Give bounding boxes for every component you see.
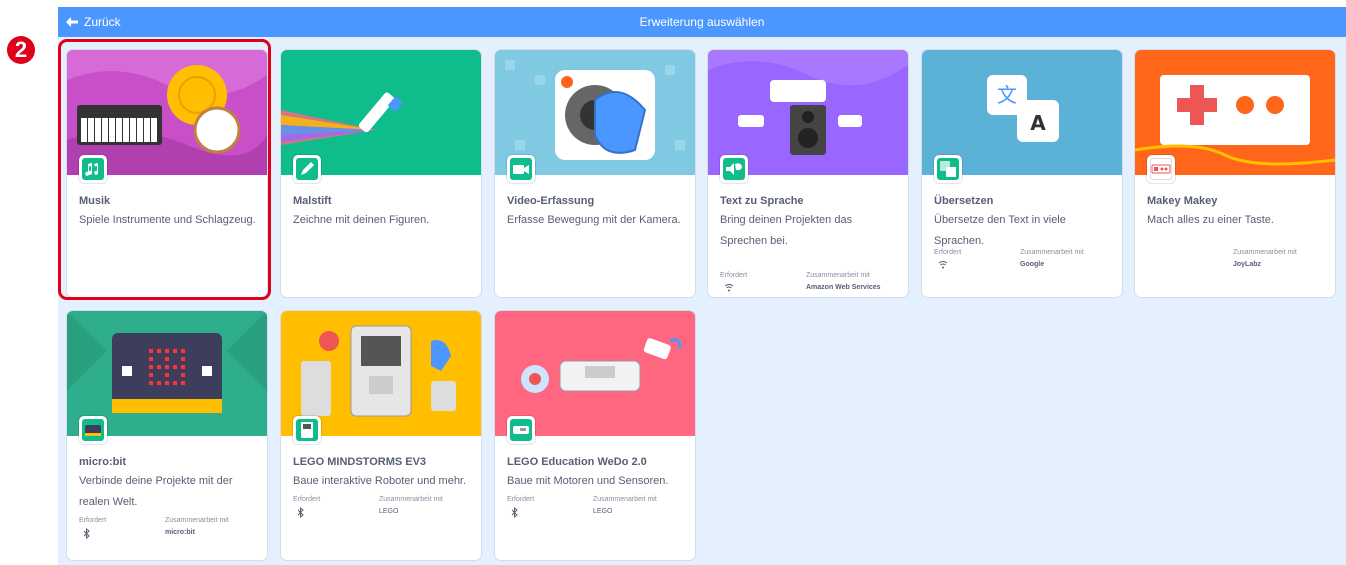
- card-icon-frame: [293, 416, 321, 444]
- requires-label: Erfordert: [507, 496, 535, 503]
- card-description: Erfasse Bewegung mit der Kamera.: [507, 214, 681, 226]
- speech-icon: [726, 163, 742, 175]
- wifi-icon: [938, 261, 948, 269]
- bluetooth-icon: [511, 507, 518, 518]
- page-title: Erweiterung auswählen: [639, 15, 765, 29]
- header-bar: Zurück Erweiterung auswählen: [58, 7, 1346, 37]
- extension-card-translate[interactable]: 文 A Übersetzen Übersetze den Text in vie…: [922, 50, 1122, 297]
- card-title: Malstift: [293, 195, 332, 207]
- collaboration-label: Zusammenarbeit mit: [1233, 249, 1297, 256]
- card-description: Bring deinen Projekten das Sprechen bei.: [720, 214, 853, 247]
- card-icon-frame: [507, 155, 535, 183]
- card-title: Text zu Sprache: [720, 195, 804, 207]
- card-icon-frame: [1147, 155, 1175, 183]
- svg-text:A: A: [1030, 111, 1046, 135]
- card-icon-frame: [934, 155, 962, 183]
- partner-name: JoyLabz: [1233, 261, 1262, 268]
- bluetooth-icon: [83, 528, 90, 539]
- collaboration-label: Zusammenarbeit mit: [1020, 249, 1084, 256]
- step-marker: 2: [7, 36, 35, 64]
- requires-label: Erfordert: [934, 249, 962, 256]
- video-camera-icon: [513, 165, 529, 174]
- translate-icon: [940, 161, 956, 177]
- bluetooth-icon: [297, 507, 304, 518]
- card-description: Baue mit Motoren und Sensoren.: [507, 475, 669, 487]
- svg-text:文: 文: [997, 83, 1017, 107]
- collaboration-label: Zusammenarbeit mit: [593, 496, 657, 503]
- pen-icon: [301, 162, 314, 175]
- card-icon-frame: [507, 416, 535, 444]
- card-title: Makey Makey: [1147, 195, 1218, 207]
- partner-name: Google: [1020, 261, 1045, 268]
- card-title: Übersetzen: [934, 195, 994, 207]
- wifi-icon: [724, 284, 734, 292]
- partner-name: micro:bit: [165, 529, 195, 536]
- extension-card-makey-makey[interactable]: Makey Makey Mach alles zu einer Taste. Z…: [1135, 50, 1335, 297]
- extension-card-video-sensing[interactable]: Video-Erfassung Erfasse Bewegung mit der…: [495, 50, 695, 297]
- ev3-brick-icon: [301, 422, 313, 438]
- card-description: Zeichne mit deinen Figuren.: [293, 214, 430, 226]
- extension-card-wedo2[interactable]: LEGO Education WeDo 2.0 Baue mit Motoren…: [495, 311, 695, 560]
- card-description: Übersetze den Text in viele Sprachen.: [934, 214, 1066, 247]
- requires-label: Erfordert: [720, 272, 748, 279]
- partner-name: Amazon Web Services: [806, 284, 881, 291]
- card-description: Baue interaktive Roboter und mehr.: [293, 475, 467, 487]
- collaboration-label: Zusammenarbeit mit: [806, 272, 870, 279]
- makey-makey-icon: [1151, 164, 1171, 174]
- requires-label: Erfordert: [79, 517, 107, 524]
- wedo-hub-icon: [513, 426, 529, 434]
- card-title: Video-Erfassung: [507, 195, 595, 207]
- collaboration-label: Zusammenarbeit mit: [379, 496, 443, 503]
- card-icon-frame: [293, 155, 321, 183]
- collaboration-label: Zusammenarbeit mit: [165, 517, 229, 524]
- card-description: Verbinde deine Projekte mit der realen W…: [79, 475, 233, 508]
- partner-name: LEGO: [593, 508, 613, 515]
- extension-card-pen[interactable]: Malstift Zeichne mit deinen Figuren.: [281, 50, 481, 297]
- card-title: LEGO Education WeDo 2.0: [507, 456, 647, 468]
- card-title: micro:bit: [79, 456, 127, 468]
- card-icon-frame: [720, 155, 748, 183]
- extension-card-microbit[interactable]: micro:bit Verbinde deine Projekte mit de…: [67, 311, 267, 560]
- partner-name: LEGO: [379, 508, 399, 515]
- requires-label: Erfordert: [293, 496, 321, 503]
- card-icon-frame: [79, 416, 107, 444]
- selection-highlight: [58, 39, 271, 300]
- microbit-icon: [85, 425, 101, 436]
- extension-card-text-to-speech[interactable]: Text zu Sprache Bring deinen Projekten d…: [708, 50, 908, 297]
- extension-card-ev3[interactable]: LEGO MINDSTORMS EV3 Baue interaktive Rob…: [281, 311, 481, 560]
- card-description: Mach alles zu einer Taste.: [1147, 214, 1274, 226]
- card-title: LEGO MINDSTORMS EV3: [293, 456, 427, 468]
